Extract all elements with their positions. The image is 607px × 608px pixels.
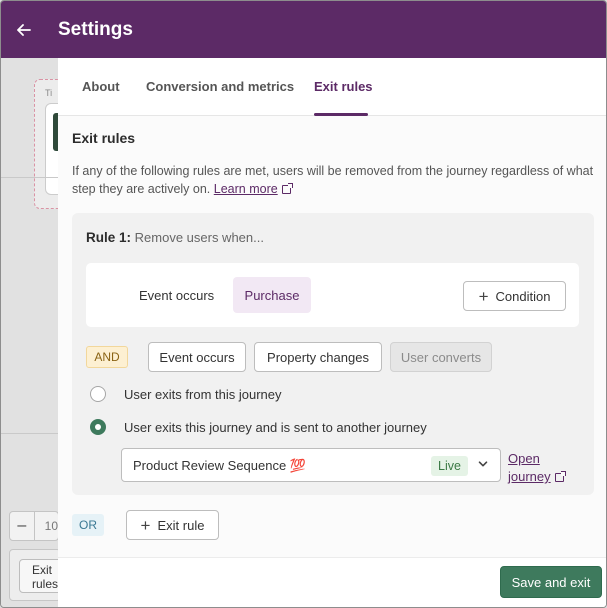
radio-label: User exits this journey and is sent to a… [124, 419, 427, 435]
condition-row: Event occurs Purchase + Condition [86, 263, 579, 327]
zoom-value: 10 [44, 519, 58, 533]
journey-select[interactable]: Product Review Sequence 💯 Live [121, 448, 501, 482]
tab-exit-rules[interactable]: Exit rules [314, 79, 373, 94]
radio-button-checked[interactable] [90, 419, 106, 435]
save-and-exit-button[interactable]: Save and exit [500, 566, 602, 598]
journey-status-badge: Live [431, 456, 468, 476]
radio-label: User exits from this journey [124, 386, 282, 402]
app-frame: Ti – 10 Exit rules Settings About Conver… [0, 0, 607, 608]
canvas-exit-rules-button[interactable]: Exit rules [19, 559, 63, 593]
open-journey-label: Open journey [508, 451, 551, 484]
tab-bar: About Conversion and metrics Exit rules [58, 58, 606, 116]
selected-journey: Product Review Sequence 💯 [133, 458, 306, 473]
external-link-icon [554, 471, 566, 482]
zoom-out-button[interactable]: – [10, 512, 35, 540]
add-event-occurs-button[interactable]: Event occurs [148, 342, 246, 372]
rule-number: Rule 1: [86, 230, 132, 245]
add-condition-label: Condition [495, 288, 551, 304]
tab-conversion-and-metrics[interactable]: Conversion and metrics [146, 79, 294, 94]
add-condition-button[interactable]: + Condition [463, 281, 566, 311]
drawer-footer: Save and exit [58, 557, 606, 607]
radio-exit-journey[interactable]: User exits from this journey [90, 386, 282, 402]
section-description: If any of the following rules are met, u… [72, 162, 600, 198]
settings-drawer: About Conversion and metrics Exit rules … [58, 58, 606, 607]
canvas-divider [1, 177, 58, 178]
add-property-changes-button[interactable]: Property changes [254, 342, 382, 372]
back-button[interactable] [1, 1, 47, 58]
add-exit-rule-button[interactable]: + Exit rule [126, 510, 219, 540]
radio-button[interactable] [90, 386, 106, 402]
plus-icon: + [140, 515, 151, 535]
canvas-divider [1, 433, 58, 434]
external-link-icon [281, 183, 293, 194]
arrow-left-icon [17, 23, 31, 36]
plus-icon: + [478, 286, 489, 306]
or-badge: OR [72, 514, 104, 536]
exit-rules-panel: Exit rules If any of the following rules… [58, 116, 606, 557]
rule-heading: Rule 1: Remove users when... [86, 230, 264, 245]
condition-type-label: Event occurs [139, 288, 215, 303]
add-exit-rule-label: Exit rule [157, 517, 205, 533]
learn-more-link[interactable]: Learn more [214, 182, 278, 196]
tab-about[interactable]: About [82, 79, 120, 94]
add-user-converts-button[interactable]: User converts [390, 342, 492, 372]
page-title: Settings [58, 18, 133, 40]
rule-subtitle: Remove users when... [134, 230, 264, 245]
chevron-down-icon [478, 461, 488, 467]
section-title: Exit rules [72, 130, 136, 146]
open-journey-link[interactable]: Open journey [508, 450, 578, 486]
rule-card: Rule 1: Remove users when... Event occur… [72, 213, 594, 495]
zoom-control: – 10 [9, 511, 59, 541]
radio-exit-and-send[interactable]: User exits this journey and is sent to a… [90, 419, 427, 435]
event-selector[interactable]: Purchase [233, 277, 311, 313]
description-text: If any of the following rules are met, u… [72, 164, 594, 196]
canvas-node-title: Ti [45, 88, 53, 98]
settings-header: Settings [1, 1, 606, 58]
and-badge: AND [86, 346, 128, 368]
